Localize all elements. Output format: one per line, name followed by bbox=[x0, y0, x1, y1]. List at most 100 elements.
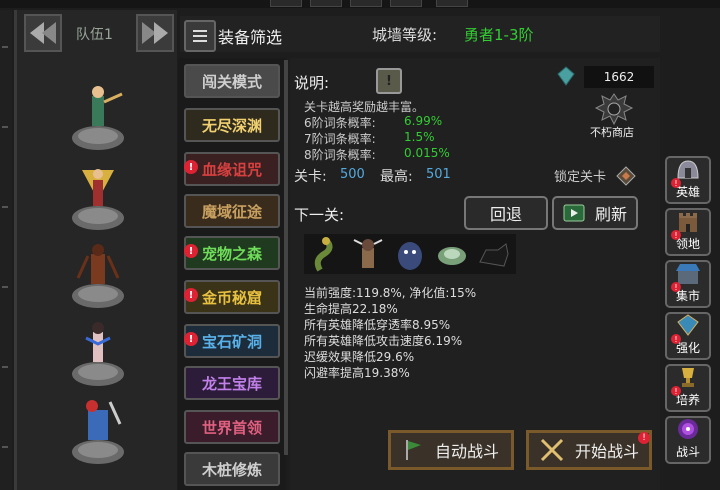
side-menu-button[interactable]: 培养! bbox=[665, 364, 711, 412]
info-title: 说明: bbox=[294, 74, 330, 92]
auto-battle-button[interactable]: 自动战斗 bbox=[388, 430, 514, 470]
start-battle-alert-badge: ! bbox=[638, 432, 650, 444]
stage-label: 关卡: bbox=[294, 169, 327, 185]
refresh-button[interactable]: 刷新 bbox=[552, 196, 638, 230]
top-tab[interactable] bbox=[390, 0, 422, 7]
mode-button[interactable]: 金币秘窟! bbox=[184, 280, 280, 314]
alert-badge: ! bbox=[184, 288, 198, 302]
double-left-arrow-icon bbox=[30, 22, 56, 44]
alert-badge: ! bbox=[671, 282, 681, 292]
alert-badge: ! bbox=[671, 178, 681, 188]
back-button[interactable]: 回退 bbox=[464, 196, 548, 230]
stage-stat-line: 迟缓效果降低29.6% bbox=[304, 350, 415, 364]
stage-value: 500 bbox=[340, 167, 365, 182]
top-tab[interactable] bbox=[310, 0, 342, 7]
mode-label: 宝石矿洞 bbox=[201, 332, 262, 351]
side-menu-button[interactable]: 英雄! bbox=[665, 156, 711, 204]
mode-button[interactable]: 无尽深渊 bbox=[184, 108, 280, 142]
stage-stat-line: 所有英雄降低攻击速度6.19% bbox=[304, 334, 463, 348]
alert-badge: ! bbox=[184, 160, 198, 174]
minotaur-monster-icon bbox=[353, 239, 383, 268]
prev-team-button[interactable] bbox=[24, 14, 62, 52]
top-tab[interactable] bbox=[350, 0, 382, 7]
side-menu-label: 战斗 bbox=[675, 445, 700, 459]
top-tab[interactable] bbox=[436, 0, 468, 7]
mode-label: 魔域征途 bbox=[201, 202, 262, 221]
mode-label: 金币秘窟 bbox=[201, 288, 262, 307]
rate-6-label: 6阶词条概率: bbox=[304, 116, 376, 130]
mode-label: 宠物之森 bbox=[201, 244, 262, 263]
hero-slot-3[interactable] bbox=[62, 238, 134, 310]
next-stage-label: 下一关: bbox=[294, 206, 345, 224]
filter-menu-button[interactable] bbox=[184, 20, 216, 52]
stage-stat-line: 生命提高22.18% bbox=[304, 302, 398, 316]
rate-6-value: 6.99% bbox=[404, 114, 443, 128]
mode-label: 世界首领 bbox=[201, 418, 262, 437]
alert-badge: ! bbox=[671, 334, 681, 344]
shop-label[interactable]: 不朽商店 bbox=[590, 124, 634, 140]
info-desc: 关卡越高奖励越丰富。 bbox=[304, 100, 425, 114]
back-button-label: 回退 bbox=[489, 205, 522, 224]
mode-button[interactable]: 血缘诅咒! bbox=[184, 152, 280, 186]
refresh-button-label: 刷新 bbox=[594, 205, 627, 224]
wolf-monster-icon bbox=[479, 243, 509, 267]
crossed-swords-icon bbox=[540, 438, 564, 462]
side-menu-button[interactable]: 强化! bbox=[665, 312, 711, 360]
lock-stage-toggle[interactable] bbox=[616, 166, 636, 190]
mode-label: 龙王宝库 bbox=[201, 374, 262, 393]
larva-monster-icon bbox=[438, 247, 466, 265]
mode-button[interactable]: 木桩修炼 bbox=[184, 452, 280, 486]
next-stage-monsters bbox=[304, 234, 516, 274]
city-level-label: 城墙等级: bbox=[372, 26, 438, 44]
mode-label: 闯关模式 bbox=[201, 72, 262, 91]
double-right-arrow-icon bbox=[142, 22, 168, 44]
flag-icon bbox=[405, 440, 421, 460]
shadow-monster-icon bbox=[398, 242, 422, 270]
stage-stat-line: 当前强度:119.8%, 净化值:15% bbox=[304, 286, 477, 300]
alert-badge: ! bbox=[671, 230, 681, 240]
rate-7-value: 1.5% bbox=[404, 130, 435, 144]
max-stage-label: 最高: bbox=[380, 169, 413, 185]
city-level-value: 勇者1-3阶 bbox=[464, 26, 534, 44]
max-stage-value: 501 bbox=[426, 167, 451, 182]
side-menu-button[interactable]: 集市! bbox=[665, 260, 711, 308]
alert-badge: ! bbox=[671, 386, 681, 396]
stage-stat-line: 闪避率提高19.38% bbox=[304, 366, 410, 380]
mode-button[interactable]: 宝石矿洞! bbox=[184, 324, 280, 358]
hero-slot-5[interactable] bbox=[62, 394, 134, 466]
filter-label[interactable]: 装备筛选 bbox=[218, 24, 282, 48]
crystal-icon bbox=[556, 66, 576, 90]
alert-badge: ! bbox=[184, 332, 198, 346]
mode-button[interactable]: 宠物之森! bbox=[184, 236, 280, 270]
mode-button[interactable]: 世界首领 bbox=[184, 410, 280, 444]
side-menu-button[interactable]: 领地! bbox=[665, 208, 711, 256]
video-ad-icon bbox=[563, 204, 585, 222]
next-team-button[interactable] bbox=[136, 14, 174, 52]
mode-label: 木桩修炼 bbox=[201, 460, 262, 479]
rate-7-label: 7阶词条概率: bbox=[304, 132, 376, 146]
left-edge-strip bbox=[0, 10, 12, 490]
lock-stage-label: 锁定关卡 bbox=[554, 170, 607, 185]
team-label: 队伍1 bbox=[76, 27, 113, 43]
mode-button[interactable]: 魔域征途 bbox=[184, 194, 280, 228]
rate-8-label: 8阶词条概率: bbox=[304, 148, 376, 162]
start-battle-label: 开始战斗 bbox=[574, 442, 639, 461]
mode-list-scrollbar[interactable] bbox=[284, 60, 288, 455]
mode-button[interactable]: 龙王宝库 bbox=[184, 366, 280, 400]
start-battle-button[interactable]: 开始战斗 bbox=[526, 430, 652, 470]
mode-label: 血缘诅咒 bbox=[201, 160, 262, 179]
exclamation-icon: ! bbox=[386, 73, 392, 89]
mode-button[interactable]: 闯关模式 bbox=[184, 64, 280, 98]
info-icon-button[interactable]: ! bbox=[376, 68, 402, 94]
snake-monster-icon bbox=[314, 237, 333, 272]
currency-value: 1662 bbox=[584, 66, 654, 88]
side-menu-button[interactable]: 战斗 bbox=[665, 416, 711, 464]
hero-slot-2[interactable] bbox=[62, 160, 134, 232]
portal-icon bbox=[675, 418, 701, 443]
mode-label: 无尽深渊 bbox=[201, 116, 262, 135]
top-strip bbox=[0, 0, 720, 8]
hero-slot-1[interactable] bbox=[62, 80, 134, 152]
hero-slot-4[interactable] bbox=[62, 316, 134, 388]
top-tab[interactable] bbox=[270, 0, 302, 7]
stage-stat-line: 所有英雄降低穿透率8.95% bbox=[304, 318, 451, 332]
